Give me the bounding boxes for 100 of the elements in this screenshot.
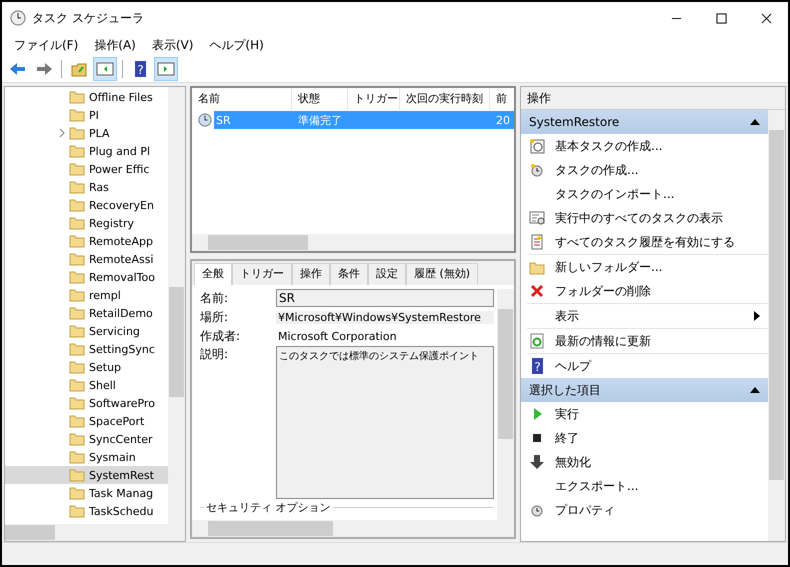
folder-icon (69, 270, 85, 284)
table-cell: 準備完了 (298, 114, 342, 126)
description-field[interactable]: このタスクでは標準のシステム保護ポイント (276, 346, 494, 499)
tree-item[interactable]: TaskSchedu (89, 504, 154, 518)
tree-item[interactable]: RemoteAssi (89, 252, 154, 266)
group-header[interactable]: SystemRestore (521, 110, 768, 134)
tab[interactable]: トリガー (232, 263, 292, 285)
horizontal-scrollbar[interactable] (5, 524, 185, 541)
tree-item[interactable]: SettingSync (89, 342, 155, 356)
folder-icon (69, 486, 85, 500)
action-item[interactable]: 実行 (555, 406, 579, 422)
column-header[interactable]: 次回の実行時刻 (400, 88, 490, 110)
action-item[interactable]: タスクのインポート... (555, 186, 674, 202)
group-header[interactable]: 選択した項目 (521, 378, 768, 402)
tree-item[interactable]: RemovalToo (89, 270, 155, 284)
action-item[interactable]: 最新の情報に更新 (555, 332, 651, 350)
collapse-triangle-icon[interactable] (750, 119, 760, 125)
pane-toggle-button[interactable] (93, 57, 117, 81)
pane-icon (96, 60, 114, 78)
folder-icon (69, 234, 85, 248)
action-item[interactable]: すべてのタスク履歴を有効にする (555, 234, 735, 250)
tree-item[interactable]: SoftwarePro (89, 396, 155, 410)
action-item[interactable]: エクスポート... (555, 478, 638, 494)
tree-item[interactable]: Shell (89, 378, 116, 392)
folder-icon (69, 324, 85, 338)
tree-item[interactable]: Servicing (89, 324, 140, 338)
tree-item[interactable]: RecoveryEn (89, 198, 154, 212)
menu-item[interactable]: ヘルプ(H) (203, 36, 270, 54)
action-item[interactable]: フォルダーの削除 (555, 282, 651, 300)
column-header[interactable]: 前 (490, 88, 512, 110)
column-header[interactable]: トリガー (348, 88, 400, 110)
folder-icon (69, 252, 85, 266)
field-label: 説明: (200, 346, 230, 363)
maximize-icon[interactable] (716, 12, 727, 24)
tree-item[interactable]: Task Manag (89, 486, 154, 500)
menu-item[interactable]: 操作(A) (88, 36, 142, 54)
tree-item[interactable]: Sysmain (89, 450, 136, 464)
column-header[interactable]: 状態 (292, 88, 348, 110)
menu-item[interactable]: ファイル(F) (8, 36, 84, 54)
location-value: ¥Microsoft¥Windows¥SystemRestore (276, 310, 494, 324)
author-value: Microsoft Corporation (277, 330, 398, 342)
action-item[interactable]: 表示 (555, 308, 579, 324)
tree-item[interactable]: SpacePort (89, 414, 144, 428)
help-icon: ? (529, 358, 545, 374)
action-item[interactable]: 新しいフォルダー... (555, 258, 662, 276)
tree-item[interactable]: SyncCenter (89, 432, 153, 446)
tree-item[interactable]: rempl (89, 288, 121, 302)
tree-item[interactable]: Ras (89, 180, 109, 194)
folder-icon (69, 144, 85, 158)
action-item[interactable]: 無効化 (555, 454, 591, 470)
action-item[interactable]: プロパティ (555, 502, 615, 518)
left-arrow-icon (9, 60, 27, 78)
clock-icon (529, 162, 545, 178)
action-item[interactable]: 基本タスクの作成... (555, 138, 662, 154)
tab[interactable]: 全般 (194, 263, 232, 285)
vertical-scrollbar[interactable] (768, 110, 785, 541)
close-icon[interactable] (761, 12, 772, 24)
action-item[interactable]: ヘルプ (555, 358, 591, 374)
tab[interactable]: 設定 (368, 263, 406, 285)
field-label: 作成者: (200, 328, 242, 344)
menu-item[interactable]: 表示(V) (146, 36, 200, 54)
action-item[interactable]: タスクの作成... (555, 162, 638, 178)
window-title: タスク スケジューラ (32, 10, 144, 26)
folder-icon (69, 216, 85, 230)
folder-icon (69, 126, 85, 140)
calendar-clock-icon (529, 138, 545, 154)
tree-item[interactable]: Setup (89, 360, 122, 374)
action-item[interactable]: 実行中のすべてのタスクの表示 (555, 210, 723, 226)
clock-icon (10, 10, 26, 26)
folder-icon (69, 198, 85, 212)
name-field[interactable]: SR (276, 289, 494, 307)
folder-icon (69, 306, 85, 320)
pane-title: 操作 (521, 87, 785, 110)
collapse-triangle-icon[interactable] (750, 387, 760, 393)
tree-item[interactable]: Registry (89, 216, 134, 230)
tree-item[interactable]: Power Effic (89, 162, 150, 176)
pane-toggle-button[interactable] (154, 57, 178, 81)
tab[interactable]: 履歴 (無効) (406, 263, 478, 285)
clock-icon (198, 112, 212, 128)
tree-item[interactable]: PLA (89, 126, 110, 140)
horizontal-scrollbar[interactable] (192, 520, 514, 537)
tree-item[interactable]: PI (89, 108, 99, 122)
horizontal-scrollbar[interactable] (192, 234, 514, 251)
folder-icon (69, 450, 85, 464)
folder-icon (69, 162, 85, 176)
tab[interactable]: 操作 (292, 263, 330, 285)
list-clock-icon (529, 210, 545, 226)
field-label: 名前: (200, 290, 230, 306)
vertical-scrollbar[interactable] (497, 289, 514, 520)
column-header[interactable]: 名前 (192, 88, 292, 110)
field-label: 場所: (200, 308, 230, 326)
tree-item[interactable]: Plug and Pl (89, 144, 150, 158)
expand-chevron-icon[interactable] (58, 128, 66, 138)
vertical-scrollbar[interactable] (168, 87, 185, 524)
tree-item[interactable]: RetailDemo (89, 306, 153, 320)
tree-item[interactable]: Offline Files (89, 90, 153, 104)
folder-icon (69, 180, 85, 194)
tab[interactable]: 条件 (330, 263, 368, 285)
action-item[interactable]: 終了 (555, 430, 579, 446)
tree-item[interactable]: RemoteApp (89, 234, 153, 248)
